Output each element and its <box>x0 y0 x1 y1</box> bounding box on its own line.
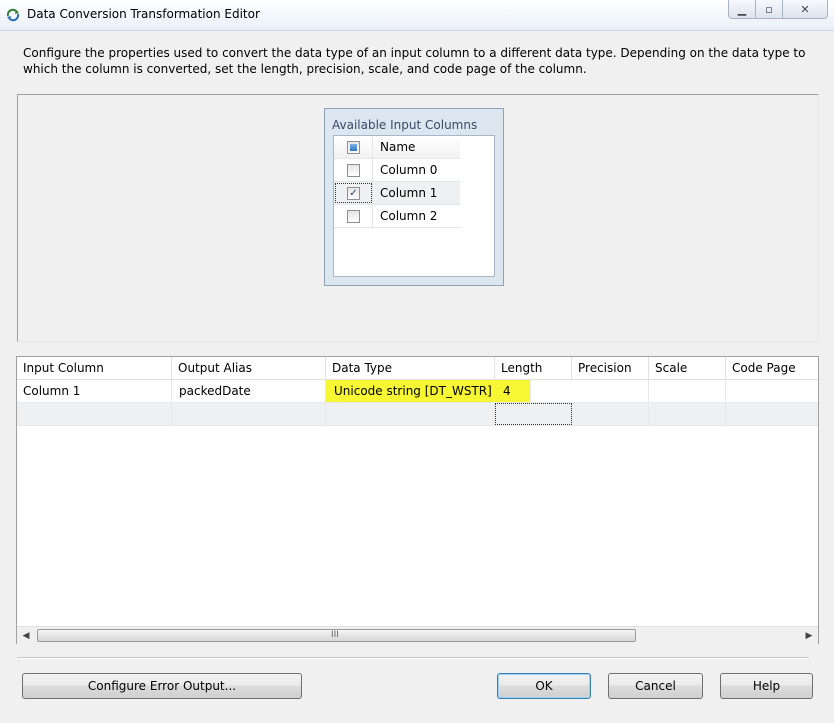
available-input-columns-list[interactable]: Name Column 0 ✓ Column 1 Column 2 <box>333 135 495 277</box>
column-1-checkbox[interactable]: ✓ <box>347 187 360 200</box>
data-conversion-icon <box>6 8 20 22</box>
cell-precision[interactable] <box>572 380 649 402</box>
close-button[interactable]: ✕ <box>783 0 828 19</box>
table-row[interactable]: Column 1 packedDate Unicode string [DT_W… <box>17 380 818 403</box>
column-name: Column 2 <box>380 209 438 223</box>
title-bar: Data Conversion Transformation Editor ▁ … <box>0 0 834 31</box>
header-input-column[interactable]: Input Column <box>17 357 172 379</box>
cancel-button[interactable]: Cancel <box>608 673 703 699</box>
window-controls: ▁ ▫ ✕ <box>728 0 828 20</box>
header-precision[interactable]: Precision <box>572 357 649 379</box>
cell-scale[interactable] <box>649 380 726 402</box>
column-name: Column 1 <box>380 186 438 200</box>
cell-code-page[interactable] <box>726 380 818 402</box>
new-cell-output-alias[interactable] <box>172 403 326 425</box>
description-text: Configure the properties used to convert… <box>23 46 806 76</box>
header-code-page[interactable]: Code Page <box>726 357 818 379</box>
new-cell-precision[interactable] <box>572 403 649 425</box>
new-cell-code-page[interactable] <box>726 403 818 425</box>
new-cell-scale[interactable] <box>649 403 726 425</box>
header-data-type[interactable]: Data Type <box>326 357 495 379</box>
list-item[interactable]: Column 0 <box>334 159 460 182</box>
new-cell-data-type[interactable] <box>326 403 495 425</box>
new-cell-length[interactable] <box>495 403 572 425</box>
new-cell-input-column[interactable] <box>17 403 172 425</box>
new-row[interactable] <box>17 403 818 426</box>
list-header: Name <box>334 136 460 159</box>
minimize-button[interactable]: ▁ <box>728 0 755 19</box>
header-output-alias[interactable]: Output Alias <box>172 357 326 379</box>
conversion-grid[interactable]: Input Column Output Alias Data Type Leng… <box>16 356 819 644</box>
cell-data-type[interactable]: Unicode string [DT_WSTR] <box>326 380 495 402</box>
divider <box>17 657 809 659</box>
configure-error-output-button[interactable]: Configure Error Output... <box>22 673 302 699</box>
ok-button[interactable]: OK <box>497 673 591 699</box>
column-0-checkbox[interactable] <box>347 164 360 177</box>
select-all-cell[interactable] <box>334 136 373 158</box>
cell-output-alias[interactable]: packedDate <box>172 380 326 402</box>
column-name: Column 0 <box>380 163 438 177</box>
select-all-checkbox[interactable] <box>347 141 360 154</box>
scroll-right-arrow-icon[interactable]: ▶ <box>803 630 815 642</box>
window-title: Data Conversion Transformation Editor <box>27 7 260 21</box>
scroll-left-arrow-icon[interactable]: ◀ <box>20 630 32 642</box>
scrollbar-thumb[interactable]: III <box>37 629 636 642</box>
horizontal-scrollbar[interactable]: ◀ III ▶ <box>17 626 818 644</box>
header-scale[interactable]: Scale <box>649 357 726 379</box>
column-2-checkbox[interactable] <box>347 210 360 223</box>
available-input-columns-box[interactable]: Available Input Columns Name Column 0 ✓ … <box>324 108 504 286</box>
list-item[interactable]: ✓ Column 1 <box>334 182 460 205</box>
scroll-grip: III <box>331 630 339 640</box>
header-length[interactable]: Length <box>495 357 572 379</box>
list-item[interactable]: Column 2 <box>334 205 460 228</box>
maximize-button[interactable]: ▫ <box>755 0 783 19</box>
grid-header: Input Column Output Alias Data Type Leng… <box>17 357 818 380</box>
available-input-columns-title: Available Input Columns <box>332 118 478 132</box>
name-column-header: Name <box>380 140 416 154</box>
cell-input-column[interactable]: Column 1 <box>17 380 172 402</box>
cell-length[interactable]: 4 <box>495 380 531 402</box>
help-button[interactable]: Help <box>720 673 813 699</box>
